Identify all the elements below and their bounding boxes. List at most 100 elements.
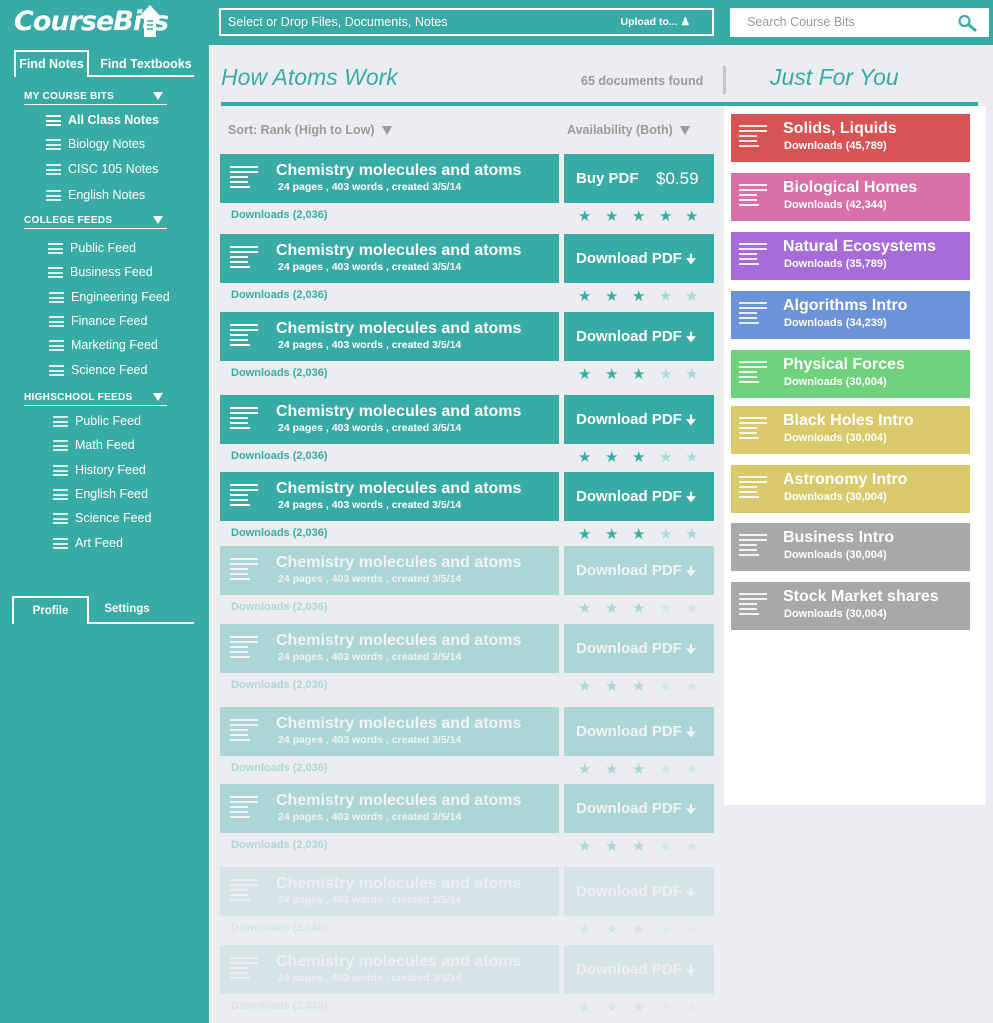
upload-button[interactable]: Upload to... ♟	[620, 10, 690, 34]
download-pdf-button[interactable]: Download PDF 🠋	[564, 624, 714, 673]
document-row[interactable]: Chemistry molecules and atoms 24 pages , …	[220, 945, 714, 1017]
recommendation-title[interactable]: Physical Forces	[783, 356, 905, 374]
star-icon[interactable]: ★	[685, 209, 698, 225]
recommendation-card[interactable]: Algorithms Intro Downloads (34,239)	[731, 291, 970, 339]
document-row[interactable]: Chemistry molecules and atoms 24 pages , …	[220, 707, 714, 779]
star-icon[interactable]: ★	[685, 839, 698, 855]
download-pdf-button[interactable]: Download PDF 🠋	[564, 312, 714, 361]
star-icon[interactable]: ★	[685, 367, 698, 383]
recommendation-card[interactable]: Biological Homes Downloads (42,344)	[731, 173, 970, 221]
document-row[interactable]: Chemistry molecules and atoms 24 pages , …	[220, 234, 714, 306]
rating-stars[interactable]: ★ ★ ★ ★ ★	[578, 1000, 704, 1016]
section-highschool-feeds[interactable]: HIGHSCHOOL FEEDS	[24, 392, 167, 406]
recommendation-title[interactable]: Business Intro	[783, 529, 894, 547]
star-icon[interactable]: ★	[605, 762, 618, 778]
document-title[interactable]: Chemistry molecules and atoms	[276, 792, 521, 810]
star-icon[interactable]: ★	[605, 922, 618, 938]
search-icon[interactable]	[957, 14, 977, 32]
star-icon[interactable]: ★	[578, 922, 591, 938]
star-icon[interactable]: ★	[659, 209, 672, 225]
rating-stars[interactable]: ★ ★ ★ ★ ★	[578, 289, 704, 305]
caret-down-icon[interactable]	[153, 216, 163, 224]
download-pdf-button[interactable]: Download PDF 🠋	[564, 546, 714, 595]
star-icon[interactable]: ★	[659, 450, 672, 466]
download-pdf-button[interactable]: Download PDF 🠋	[564, 472, 714, 521]
rating-stars[interactable]: ★ ★ ★ ★ ★	[578, 839, 704, 855]
document-title[interactable]: Chemistry molecules and atoms	[276, 953, 521, 971]
star-icon[interactable]: ★	[578, 601, 591, 617]
recommendation-card[interactable]: Natural Ecosystems Downloads (35,789)	[731, 232, 970, 280]
document-title[interactable]: Chemistry molecules and atoms	[276, 632, 521, 650]
star-icon[interactable]: ★	[685, 762, 698, 778]
rating-stars[interactable]: ★ ★ ★ ★ ★	[578, 527, 704, 543]
recommendation-title[interactable]: Stock Market shares	[783, 588, 939, 606]
upload-dropzone[interactable]: Select or Drop Files, Documents, Notes U…	[219, 8, 714, 36]
document-title[interactable]: Chemistry molecules and atoms	[276, 875, 521, 893]
star-icon[interactable]: ★	[632, 289, 645, 305]
document-card[interactable]: Chemistry molecules and atoms 24 pages , …	[220, 154, 559, 203]
download-pdf-button[interactable]: Download PDF 🠋	[564, 867, 714, 916]
star-icon[interactable]: ★	[632, 601, 645, 617]
rating-stars[interactable]: ★ ★ ★ ★ ★	[578, 762, 704, 778]
star-icon[interactable]: ★	[659, 762, 672, 778]
document-row[interactable]: Chemistry molecules and atoms 24 pages , …	[220, 867, 714, 939]
availability-dropdown[interactable]: Availability (Both)	[567, 123, 690, 137]
star-icon[interactable]: ★	[578, 450, 591, 466]
star-icon[interactable]: ★	[685, 679, 698, 695]
section-college-feeds[interactable]: COLLEGE FEEDS	[24, 215, 167, 229]
recommendation-title[interactable]: Biological Homes	[783, 179, 917, 197]
document-card[interactable]: Chemistry molecules and atoms 24 pages , …	[220, 624, 559, 673]
document-card[interactable]: Chemistry molecules and atoms 24 pages , …	[220, 945, 559, 994]
star-icon[interactable]: ★	[605, 839, 618, 855]
star-icon[interactable]: ★	[578, 367, 591, 383]
recommendation-title[interactable]: Astronomy Intro	[783, 471, 907, 489]
document-row[interactable]: Chemistry molecules and atoms 24 pages , …	[220, 546, 714, 618]
document-row[interactable]: Chemistry molecules and atoms 24 pages , …	[220, 472, 714, 544]
download-pdf-button[interactable]: Download PDF 🠋	[564, 707, 714, 756]
recommendation-title[interactable]: Solids, Liquids	[783, 120, 897, 138]
tab-find-textbooks[interactable]: Find Textbooks	[94, 52, 198, 77]
star-icon[interactable]: ★	[605, 367, 618, 383]
document-row[interactable]: Chemistry molecules and atoms 24 pages , …	[220, 624, 714, 696]
star-icon[interactable]: ★	[605, 289, 618, 305]
recommendation-card[interactable]: Physical Forces Downloads (30,004)	[731, 350, 970, 398]
star-icon[interactable]: ★	[632, 527, 645, 543]
star-icon[interactable]: ★	[632, 922, 645, 938]
section-my-course-bits[interactable]: MY COURSE BITS	[24, 91, 167, 105]
document-title[interactable]: Chemistry molecules and atoms	[276, 162, 521, 180]
star-icon[interactable]: ★	[632, 1000, 645, 1016]
star-icon[interactable]: ★	[659, 527, 672, 543]
recommendation-card[interactable]: Solids, Liquids Downloads (45,789)	[731, 114, 970, 162]
star-icon[interactable]: ★	[685, 1000, 698, 1016]
star-icon[interactable]: ★	[605, 527, 618, 543]
document-title[interactable]: Chemistry molecules and atoms	[276, 715, 521, 733]
document-card[interactable]: Chemistry molecules and atoms 24 pages , …	[220, 234, 559, 283]
star-icon[interactable]: ★	[578, 527, 591, 543]
star-icon[interactable]: ★	[578, 839, 591, 855]
star-icon[interactable]: ★	[605, 209, 618, 225]
tab-find-notes[interactable]: Find Notes	[14, 50, 89, 77]
star-icon[interactable]: ★	[685, 527, 698, 543]
document-title[interactable]: Chemistry molecules and atoms	[276, 554, 521, 572]
rating-stars[interactable]: ★ ★ ★ ★ ★	[578, 922, 704, 938]
recommendation-card[interactable]: Stock Market shares Downloads (30,004)	[731, 582, 970, 630]
search-input[interactable]: Search Course Bits	[730, 8, 989, 37]
document-title[interactable]: Chemistry molecules and atoms	[276, 242, 521, 260]
document-title[interactable]: Chemistry molecules and atoms	[276, 403, 521, 421]
rating-stars[interactable]: ★ ★ ★ ★ ★	[578, 209, 704, 225]
star-icon[interactable]: ★	[605, 601, 618, 617]
document-card[interactable]: Chemistry molecules and atoms 24 pages , …	[220, 784, 559, 833]
star-icon[interactable]: ★	[605, 679, 618, 695]
document-card[interactable]: Chemistry molecules and atoms 24 pages , …	[220, 312, 559, 361]
recommendation-title[interactable]: Black Holes Intro	[783, 412, 914, 430]
star-icon[interactable]: ★	[578, 209, 591, 225]
star-icon[interactable]: ★	[578, 679, 591, 695]
download-pdf-button[interactable]: Download PDF 🠋	[564, 395, 714, 444]
rating-stars[interactable]: ★ ★ ★ ★ ★	[578, 601, 704, 617]
star-icon[interactable]: ★	[659, 289, 672, 305]
document-row[interactable]: Chemistry molecules and atoms 24 pages , …	[220, 154, 714, 226]
sort-dropdown[interactable]: Sort: Rank (High to Low)	[228, 123, 392, 137]
download-pdf-button[interactable]: Download PDF 🠋	[564, 945, 714, 994]
star-icon[interactable]: ★	[659, 679, 672, 695]
star-icon[interactable]: ★	[578, 762, 591, 778]
